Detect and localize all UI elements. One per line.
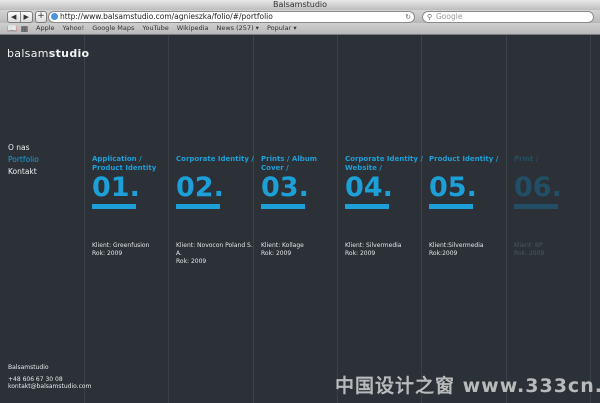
project-underline [345, 204, 389, 209]
project-year: Rok: 2009 [261, 250, 292, 257]
project-year: Rok: 2009 [345, 250, 376, 257]
open-book-icon[interactable]: 📖 [7, 24, 17, 33]
project-card[interactable]: Application / Product Identity 01. Klien… [92, 155, 172, 258]
nav-buttons: ◀ ▶ [7, 11, 33, 23]
project-number: 02. [176, 172, 224, 203]
bookmark-wikipedia[interactable]: Wikipedia [177, 23, 209, 34]
magnifier-icon: ⚲ [427, 13, 433, 21]
reload-icon[interactable]: ↻ [405, 12, 411, 22]
bookmark-popular[interactable]: Popular ▾ [267, 23, 297, 34]
bookmark-news[interactable]: News (257) ▾ [217, 23, 259, 34]
project-client: Klient:Silvermedia [429, 242, 484, 249]
project-card[interactable]: Product Identity / 05. Klient:Silvermedi… [429, 155, 509, 258]
footer-email[interactable]: kontakt@balsamstudio.com [8, 383, 91, 390]
project-client: Klient: Greenfusion [92, 242, 150, 249]
watermark: 中国设计之窗 www.333cn.com [335, 375, 600, 397]
bookmark-yahoo[interactable]: Yahoo! [63, 23, 85, 34]
forward-button[interactable]: ▶ [21, 12, 33, 22]
project-client: Klient: Novocon Poland S. A. [176, 242, 253, 257]
globe-icon [51, 13, 58, 20]
logo-bold: studio [48, 47, 90, 60]
project-underline [176, 204, 220, 209]
search-input[interactable]: ⚲ Google [422, 11, 594, 23]
project-client: Klient: BP [514, 242, 543, 249]
footer-company-name: Balsamstudio [8, 364, 49, 371]
project-number: 03. [261, 172, 309, 203]
bookmark-items: Apple Yahoo! Google Maps YouTube Wikiped… [36, 23, 297, 34]
project-number: 04. [345, 172, 393, 203]
site-nav: O nas Portfolio Kontakt [8, 142, 39, 178]
grid-icon[interactable]: ▦ [20, 24, 29, 33]
project-number: 06. [514, 172, 562, 203]
nav-item-kontakt[interactable]: Kontakt [8, 166, 39, 178]
project-card[interactable]: Print / 06. Klient: BP Rok: 2009 [514, 155, 594, 258]
window-title: Balsamstudio [272, 0, 328, 9]
project-underline [514, 204, 558, 209]
project-underline [429, 204, 473, 209]
logo-light: balsam [7, 47, 49, 60]
column-divider [84, 35, 85, 403]
project-client: Klient: Silvermedia [345, 242, 402, 249]
site-logo[interactable]: balsamstudio [7, 47, 89, 60]
url-text[interactable]: http://www.balsamstudio.com/agnieszka/fo… [60, 12, 273, 22]
project-year: Rok: 2009 [514, 250, 545, 257]
bookmarks-bar: 📖 ▦ Apple Yahoo! Google Maps YouTube Wik… [0, 23, 600, 35]
project-number: 05. [429, 172, 477, 203]
project-year: Rok: 2009 [92, 250, 123, 257]
bookmark-apple[interactable]: Apple [36, 23, 55, 34]
back-button[interactable]: ◀ [8, 12, 21, 22]
project-year: Rok:2009 [429, 250, 458, 257]
footer-phone: +48 606 67 30 08 [8, 376, 63, 383]
project-number: 01. [92, 172, 140, 203]
project-client: Klient: Kollage [261, 242, 304, 249]
search-placeholder: Google [436, 12, 463, 21]
project-card[interactable]: Corporate Identity / Website / 04. Klien… [345, 155, 425, 258]
bookmark-google-maps[interactable]: Google Maps [92, 23, 134, 34]
browser-toolbar: ◀ ▶ + http://www.balsamstudio.com/agnies… [0, 10, 600, 23]
nav-item-o-nas[interactable]: O nas [8, 142, 39, 154]
project-underline [92, 204, 136, 209]
project-card[interactable]: Corporate Identity / 02. Klient: Novocon… [176, 155, 256, 266]
bookmark-youtube[interactable]: YouTube [142, 23, 168, 34]
nav-item-portfolio[interactable]: Portfolio [8, 154, 39, 166]
add-bookmark-button[interactable]: + [35, 11, 47, 23]
project-year: Rok: 2009 [176, 258, 207, 265]
address-bar[interactable]: http://www.balsamstudio.com/agnieszka/fo… [48, 11, 415, 23]
project-card[interactable]: Prints / Album Cover / 03. Klient: Kolla… [261, 155, 341, 258]
page-content: balsamstudio O nas Portfolio Kontakt App… [0, 35, 600, 403]
project-underline [261, 204, 305, 209]
